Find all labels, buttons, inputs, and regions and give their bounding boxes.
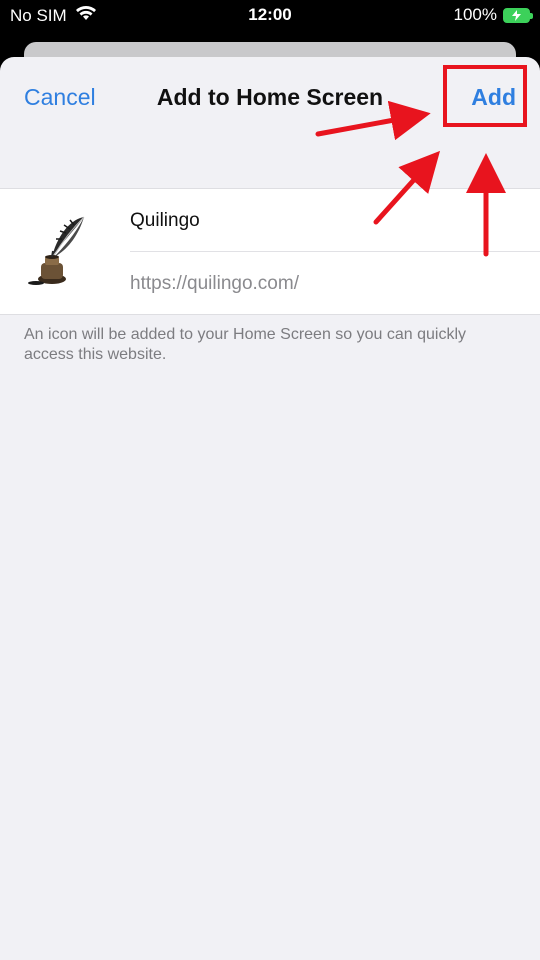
quill-inkwell-icon — [22, 211, 106, 295]
add-to-home-sheet: Cancel Add to Home Screen Add Quilingo h… — [0, 57, 540, 960]
url-label: https://quilingo.com/ — [130, 273, 299, 294]
bookmark-form: Quilingo https://quilingo.com/ — [0, 188, 540, 315]
nav-bar: Cancel Add to Home Screen Add — [0, 57, 540, 139]
screen: No SIM 12:00 100% Cancel Add to Home Scr… — [0, 0, 540, 960]
status-bar: No SIM 12:00 100% — [0, 0, 540, 34]
sheet-title: Add to Home Screen — [156, 84, 384, 110]
name-field[interactable]: Quilingo — [130, 189, 540, 252]
battery-percent: 100% — [453, 5, 497, 24]
status-right: 100% — [453, 5, 533, 25]
footnote-text: An icon will be added to your Home Scree… — [24, 326, 467, 363]
add-button[interactable]: Add — [471, 84, 516, 111]
battery-charging-icon — [503, 7, 533, 23]
